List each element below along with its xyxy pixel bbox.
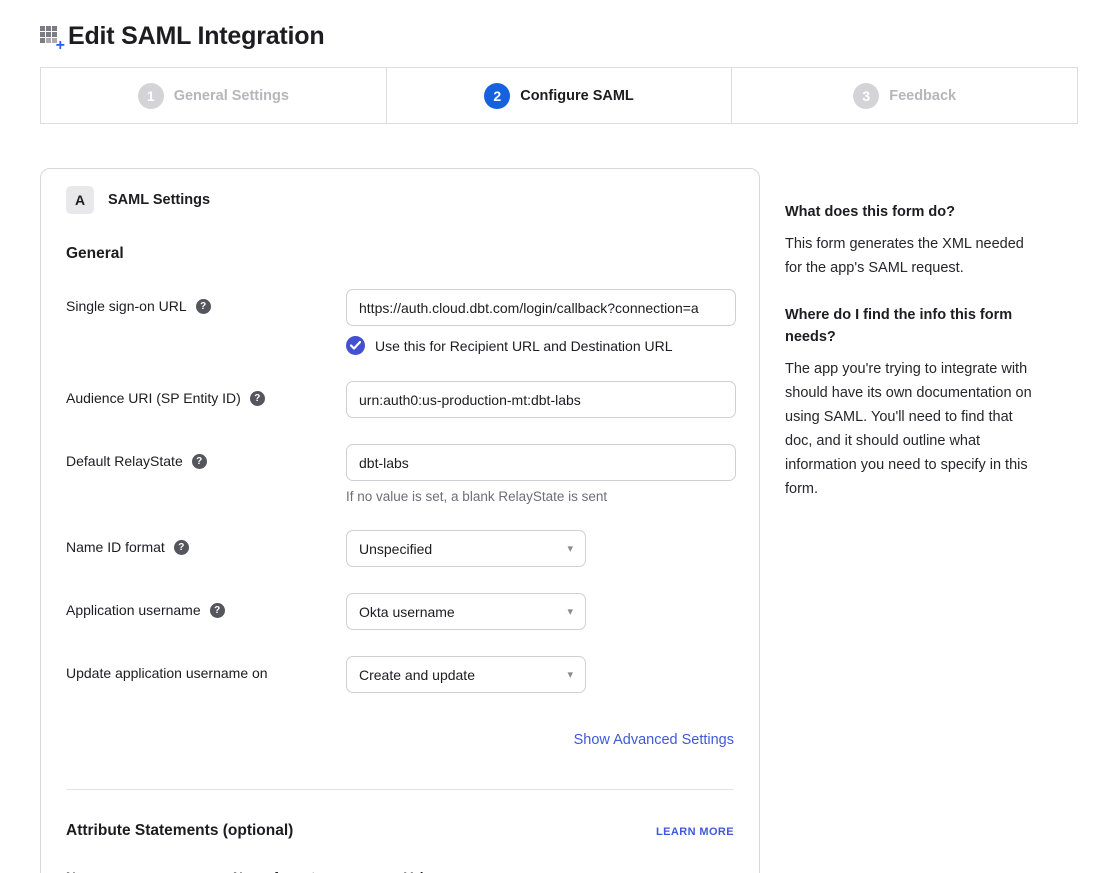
sidebar-answer-1: This form generates the XML needed for t… (785, 232, 1037, 280)
chevron-down-icon: ▾ (567, 668, 573, 681)
attribute-statements-title: Attribute Statements (optional) (66, 822, 293, 840)
help-icon[interactable]: ? (196, 299, 211, 314)
page-title: Edit SAML Integration (68, 22, 324, 51)
step-feedback[interactable]: 3 Feedback (731, 68, 1077, 123)
relay-state-row: Default RelayState ? If no value is set,… (66, 444, 734, 504)
step-2-number: 2 (484, 83, 510, 109)
attribute-statements-header: Attribute Statements (optional) LEARN MO… (66, 822, 734, 840)
help-icon[interactable]: ? (174, 540, 189, 555)
step-3-label: Feedback (889, 88, 956, 104)
update-username-select[interactable]: Create and update ▾ (346, 656, 586, 693)
plus-icon: + (56, 38, 65, 54)
step-1-label: General Settings (174, 88, 289, 104)
section-divider (66, 789, 734, 790)
edit-saml-integration-page: + Edit SAML Integration 1 General Settin… (0, 22, 1118, 873)
relay-state-helper: If no value is set, a blank RelayState i… (346, 489, 736, 504)
help-sidebar: What does this form do? This form genera… (785, 168, 1037, 525)
sidebar-answer-2: The app you're trying to integrate with … (785, 357, 1037, 501)
use-for-recipient-checkbox[interactable] (346, 336, 365, 355)
application-username-select[interactable]: Okta username ▾ (346, 593, 586, 630)
step-2-label: Configure SAML (520, 88, 634, 104)
name-id-format-row: Name ID format ? Unspecified ▾ (66, 530, 734, 567)
update-username-label-wrap: Update application username on (66, 656, 346, 681)
learn-more-link[interactable]: LEARN MORE (656, 826, 734, 838)
name-id-format-label-wrap: Name ID format ? (66, 530, 346, 555)
name-id-format-value: Unspecified (359, 541, 432, 557)
audience-uri-row: Audience URI (SP Entity ID) ? (66, 381, 734, 418)
check-icon (350, 341, 361, 350)
help-icon[interactable]: ? (250, 391, 265, 406)
sso-url-label: Single sign-on URL (66, 298, 187, 314)
chevron-down-icon: ▾ (567, 605, 573, 618)
help-icon[interactable]: ? (192, 454, 207, 469)
section-header: A SAML Settings (66, 186, 734, 214)
step-1-number: 1 (138, 83, 164, 109)
audience-uri-label: Audience URI (SP Entity ID) (66, 390, 241, 406)
step-general-settings[interactable]: 1 General Settings (41, 68, 386, 123)
audience-uri-input[interactable] (346, 381, 736, 418)
sso-url-input[interactable] (346, 289, 736, 326)
sidebar-question-2: Where do I find the info this form needs… (785, 304, 1037, 348)
application-username-row: Application username ? Okta username ▾ (66, 593, 734, 630)
update-username-label: Update application username on (66, 665, 268, 681)
update-username-row: Update application username on Create an… (66, 656, 734, 693)
app-grid-plus-icon: + (40, 26, 62, 48)
step-configure-saml[interactable]: 2 Configure SAML (386, 68, 732, 123)
name-id-format-label: Name ID format (66, 539, 165, 555)
application-username-label: Application username (66, 602, 201, 618)
relay-state-label-wrap: Default RelayState ? (66, 444, 346, 469)
name-id-format-select[interactable]: Unspecified ▾ (346, 530, 586, 567)
wizard-stepper: 1 General Settings 2 Configure SAML 3 Fe… (40, 67, 1078, 124)
section-a-badge: A (66, 186, 94, 214)
application-username-value: Okta username (359, 604, 455, 620)
sso-url-row: Single sign-on URL ? Use this for Recipi… (66, 289, 734, 355)
general-heading: General (66, 245, 734, 263)
chevron-down-icon: ▾ (567, 542, 573, 555)
use-for-recipient-label: Use this for Recipient URL and Destinati… (375, 338, 673, 354)
page-header: + Edit SAML Integration (40, 22, 1078, 51)
show-advanced-settings-link[interactable]: Show Advanced Settings (574, 732, 734, 748)
saml-settings-card: A SAML Settings General Single sign-on U… (40, 168, 760, 873)
step-3-number: 3 (853, 83, 879, 109)
sidebar-question-1: What does this form do? (785, 201, 1037, 223)
relay-state-label: Default RelayState (66, 453, 183, 469)
audience-uri-label-wrap: Audience URI (SP Entity ID) ? (66, 381, 346, 406)
help-icon[interactable]: ? (210, 603, 225, 618)
update-username-value: Create and update (359, 667, 475, 683)
section-title: SAML Settings (108, 192, 210, 208)
sso-url-label-wrap: Single sign-on URL ? (66, 289, 346, 314)
application-username-label-wrap: Application username ? (66, 593, 346, 618)
relay-state-input[interactable] (346, 444, 736, 481)
